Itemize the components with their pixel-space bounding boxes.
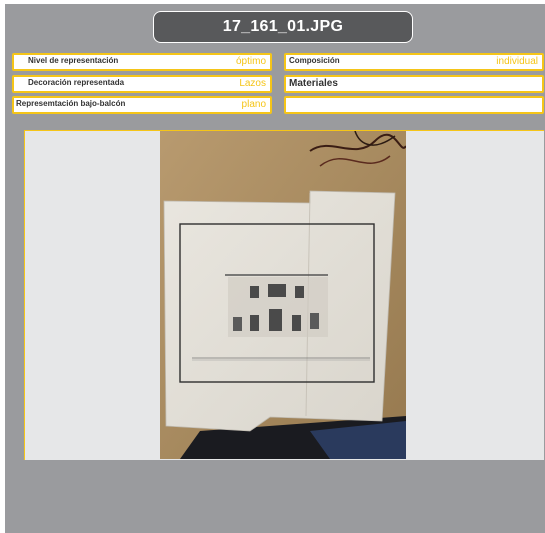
field-label: Composición — [289, 56, 340, 65]
image-filename-title: 17_161_01.JPG — [153, 11, 413, 43]
field-value: Lazos — [239, 78, 266, 89]
field-label: Nivel de representación — [28, 56, 119, 65]
field-value: óptimo — [235, 56, 266, 67]
field-nivel-representacion: Nivel de representación óptimo — [12, 53, 272, 71]
field-representacion-bajo-balcon: Represemtación bajo-balcón plano — [12, 96, 272, 114]
field-composicion: Composición individual — [284, 53, 544, 71]
field-label: Materiales — [289, 78, 338, 89]
field-label: Represemtación bajo-balcón — [16, 99, 126, 108]
field-value: plano — [241, 99, 266, 110]
field-empty — [284, 96, 544, 114]
field-value: individual — [496, 56, 538, 67]
field-materiales: Materiales — [284, 75, 544, 93]
document-photo[interactable] — [160, 131, 406, 459]
field-decoracion-representada: Decoración representada Lazos — [12, 75, 272, 93]
field-label: Decoración representada — [28, 78, 125, 87]
